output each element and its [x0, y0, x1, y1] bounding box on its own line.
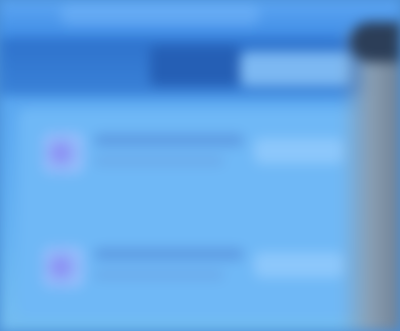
list-item-value[interactable] — [254, 138, 344, 164]
app-icon — [42, 246, 84, 288]
list-panel — [18, 108, 358, 318]
side-panel — [340, 30, 400, 331]
list-item[interactable] — [18, 108, 358, 204]
app-icon — [42, 132, 84, 174]
search-field[interactable] — [240, 52, 350, 86]
app-window — [0, 0, 400, 331]
list-item-value[interactable] — [254, 252, 344, 278]
toolbar-button[interactable] — [150, 46, 240, 86]
window-title — [60, 4, 260, 26]
list-item-description — [94, 270, 224, 280]
list-item-description — [94, 156, 224, 166]
list-item-label — [94, 134, 244, 146]
list-item-label — [94, 248, 244, 260]
corner-control[interactable] — [350, 22, 400, 62]
list-item[interactable] — [18, 222, 358, 318]
